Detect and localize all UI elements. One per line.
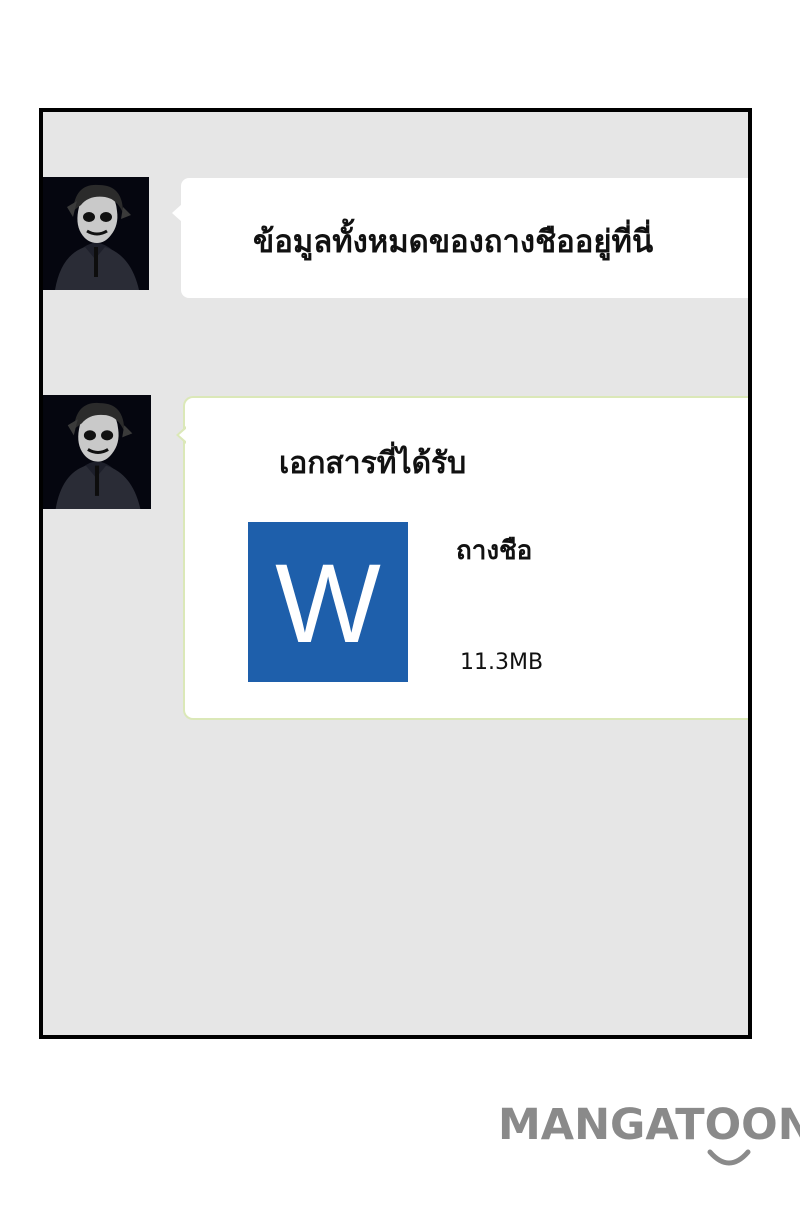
sender-avatar[interactable]	[43, 177, 149, 290]
smile-icon	[707, 1149, 751, 1166]
file-name[interactable]: ถางชือ	[456, 530, 532, 571]
file-message-bubble[interactable]: เอกสารที่ได้รับ W ถางชือ 11.3MB	[176, 396, 748, 720]
message-bubble[interactable]: ข้อมูลทั้งหมดของถางชืออยู่ที่นี่	[172, 178, 748, 298]
chat-panel: ข้อมูลทั้งหมดของถางชืออยู่ที่นี่ เอกสารท…	[39, 108, 752, 1039]
bubble-tail	[172, 204, 182, 222]
joker-avatar-icon	[43, 395, 151, 509]
file-size: 11.3MB	[460, 650, 544, 675]
received-document-heading: เอกสารที่ได้รับ	[279, 446, 467, 481]
bubble-tail-inner	[179, 428, 187, 442]
sender-avatar[interactable]	[43, 395, 151, 509]
message-text: ข้อมูลทั้งหมดของถางชืออยู่ที่นี่	[253, 224, 654, 260]
joker-avatar-icon	[43, 177, 149, 290]
word-document-icon[interactable]: W	[248, 522, 408, 682]
mangatoon-watermark: MANGATOON	[498, 1100, 800, 1150]
word-icon-letter: W	[275, 541, 381, 666]
